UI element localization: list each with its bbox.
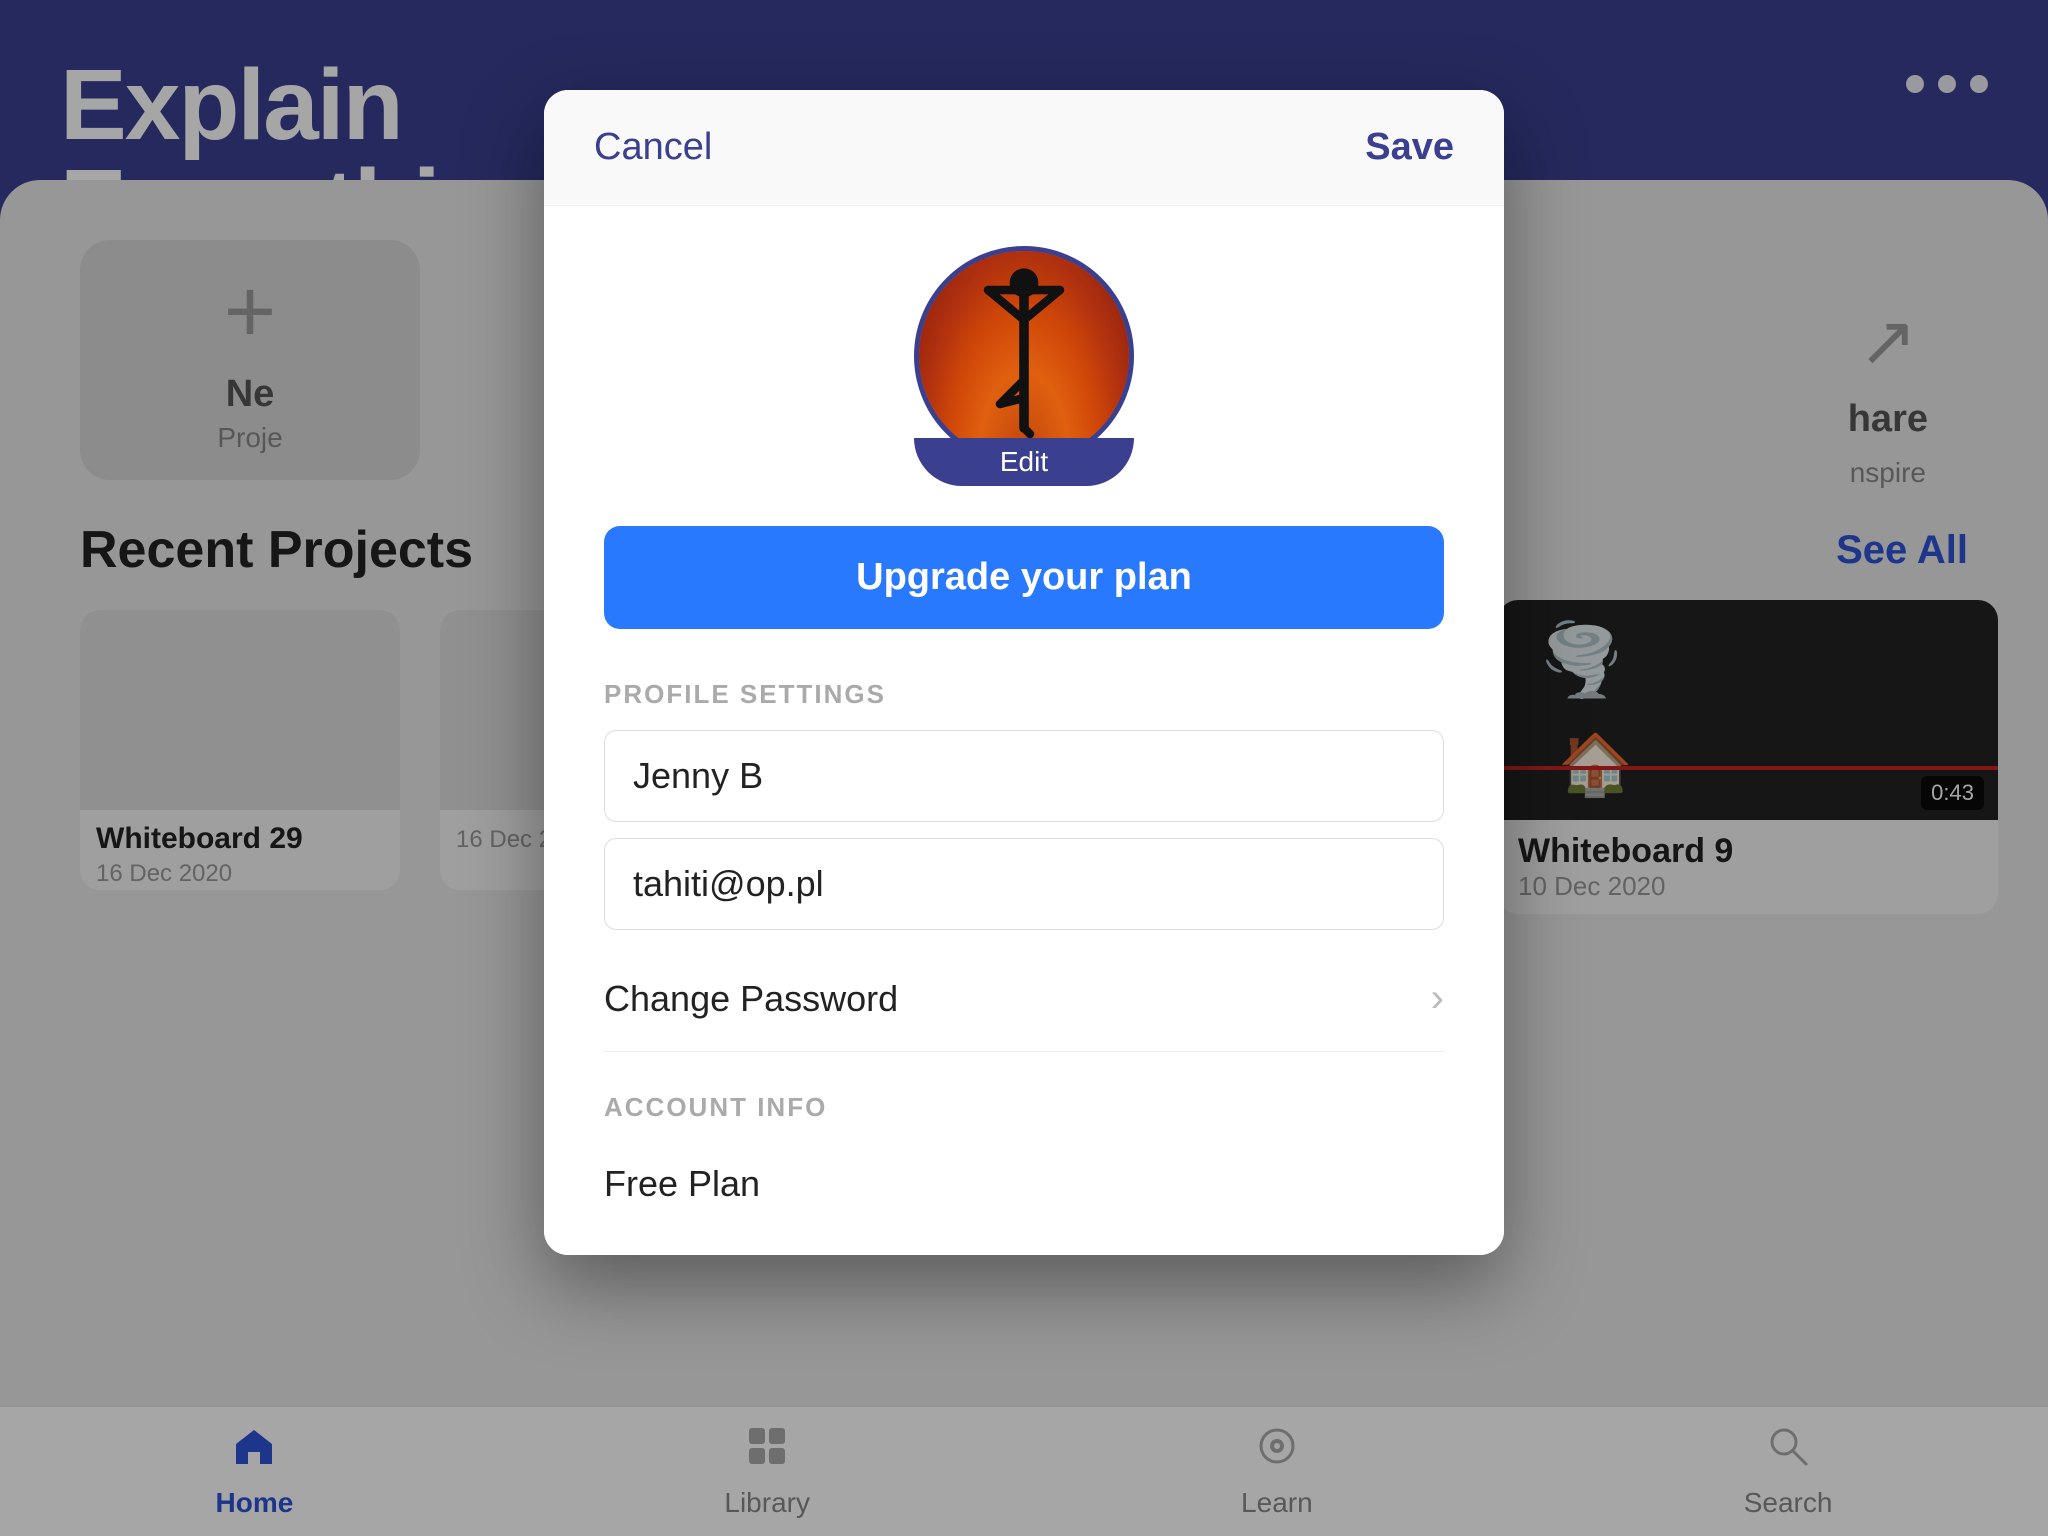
profile-settings-section-label: PROFILE SETTINGS bbox=[604, 679, 1444, 710]
modal-header: Cancel Save bbox=[544, 90, 1504, 206]
cancel-button[interactable]: Cancel bbox=[594, 126, 712, 169]
name-input[interactable] bbox=[604, 730, 1444, 822]
chevron-right-icon: › bbox=[1431, 976, 1444, 1021]
profile-modal: Cancel Save bbox=[544, 90, 1504, 1255]
email-input[interactable] bbox=[604, 838, 1444, 930]
change-password-label: Change Password bbox=[604, 978, 898, 1020]
account-info-section-label: ACCOUNT INFO bbox=[604, 1092, 1444, 1123]
plan-label: Free Plan bbox=[604, 1143, 1444, 1205]
change-password-row[interactable]: Change Password › bbox=[604, 946, 1444, 1052]
avatar-circle bbox=[914, 246, 1134, 466]
yoga-silhouette bbox=[944, 266, 1104, 446]
modal-body: Edit Upgrade your plan PROFILE SETTINGS … bbox=[544, 206, 1504, 1255]
avatar-wrapper[interactable]: Edit bbox=[914, 246, 1134, 486]
save-button[interactable]: Save bbox=[1365, 126, 1454, 169]
upgrade-plan-button[interactable]: Upgrade your plan bbox=[604, 526, 1444, 629]
avatar-section: Edit bbox=[604, 246, 1444, 486]
